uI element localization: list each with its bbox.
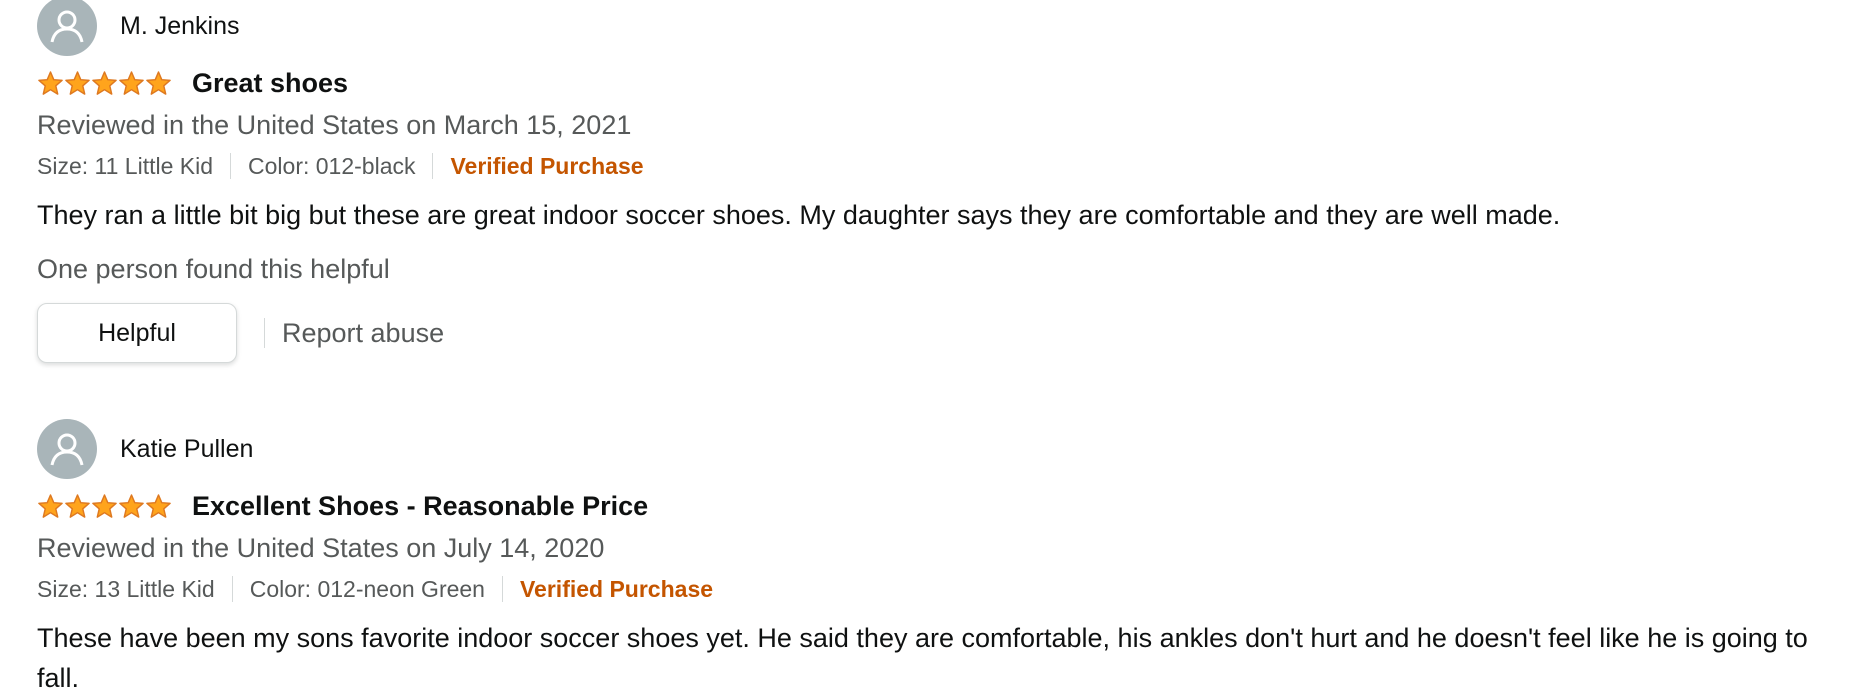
star-icon (91, 493, 118, 520)
helpful-count: One person found this helpful (37, 254, 390, 284)
review-title[interactable]: Great shoes (192, 68, 348, 99)
profile-name[interactable]: Katie Pullen (120, 435, 253, 464)
star-icon (145, 70, 172, 97)
reviews-list: M. Jenkins Great shoes Reviewed in the U… (0, 0, 1850, 692)
divider (501, 576, 503, 602)
size-attribute[interactable]: Size: 13 Little Kid (37, 576, 215, 603)
star-icon (37, 70, 64, 97)
review-title[interactable]: Excellent Shoes - Reasonable Price (192, 491, 648, 522)
review-format-strip: Size: 13 Little Kid Color: 012-neon Gree… (37, 572, 1817, 606)
review-date: Reviewed in the United States on March 1… (37, 110, 632, 140)
star-icon (64, 70, 91, 97)
star-icon (37, 493, 64, 520)
review-profile[interactable]: Katie Pullen (37, 418, 1817, 480)
star-icon (118, 493, 145, 520)
review-body: These have been my sons favorite indoor … (37, 623, 1808, 692)
star-icon (145, 493, 172, 520)
user-silhouette-icon (50, 10, 84, 43)
star-rating[interactable] (37, 70, 172, 97)
review-item: Katie Pullen Excellent Shoes - Reasonabl… (37, 418, 1817, 692)
profile-name[interactable]: M. Jenkins (120, 12, 239, 41)
review-title-row: Great shoes (37, 63, 1817, 103)
review-body: They ran a little bit big but these are … (37, 200, 1561, 230)
review-title-row: Excellent Shoes - Reasonable Price (37, 486, 1817, 526)
star-icon (118, 70, 145, 97)
color-attribute[interactable]: Color: 012-neon Green (250, 576, 485, 603)
star-icon (64, 493, 91, 520)
divider (432, 153, 434, 179)
size-attribute[interactable]: Size: 11 Little Kid (37, 153, 213, 180)
avatar[interactable] (37, 419, 97, 479)
report-abuse-link[interactable]: Report abuse (282, 318, 444, 349)
review-profile[interactable]: M. Jenkins (37, 0, 1817, 57)
review-item: M. Jenkins Great shoes Reviewed in the U… (37, 0, 1817, 363)
color-attribute[interactable]: Color: 012-black (248, 153, 415, 180)
helpful-button[interactable]: Helpful (37, 303, 237, 363)
review-format-strip: Size: 11 Little Kid Color: 012-black Ver… (37, 149, 1817, 183)
star-icon (91, 70, 118, 97)
divider (231, 576, 233, 602)
verified-purchase-badge[interactable]: Verified Purchase (450, 153, 643, 180)
star-rating[interactable] (37, 493, 172, 520)
verified-purchase-badge[interactable]: Verified Purchase (520, 576, 713, 603)
divider (230, 153, 232, 179)
user-silhouette-icon (50, 433, 84, 466)
divider (264, 318, 265, 348)
avatar[interactable] (37, 0, 97, 56)
review-date: Reviewed in the United States on July 14… (37, 533, 605, 563)
review-actions: Helpful Report abuse (37, 303, 1817, 363)
